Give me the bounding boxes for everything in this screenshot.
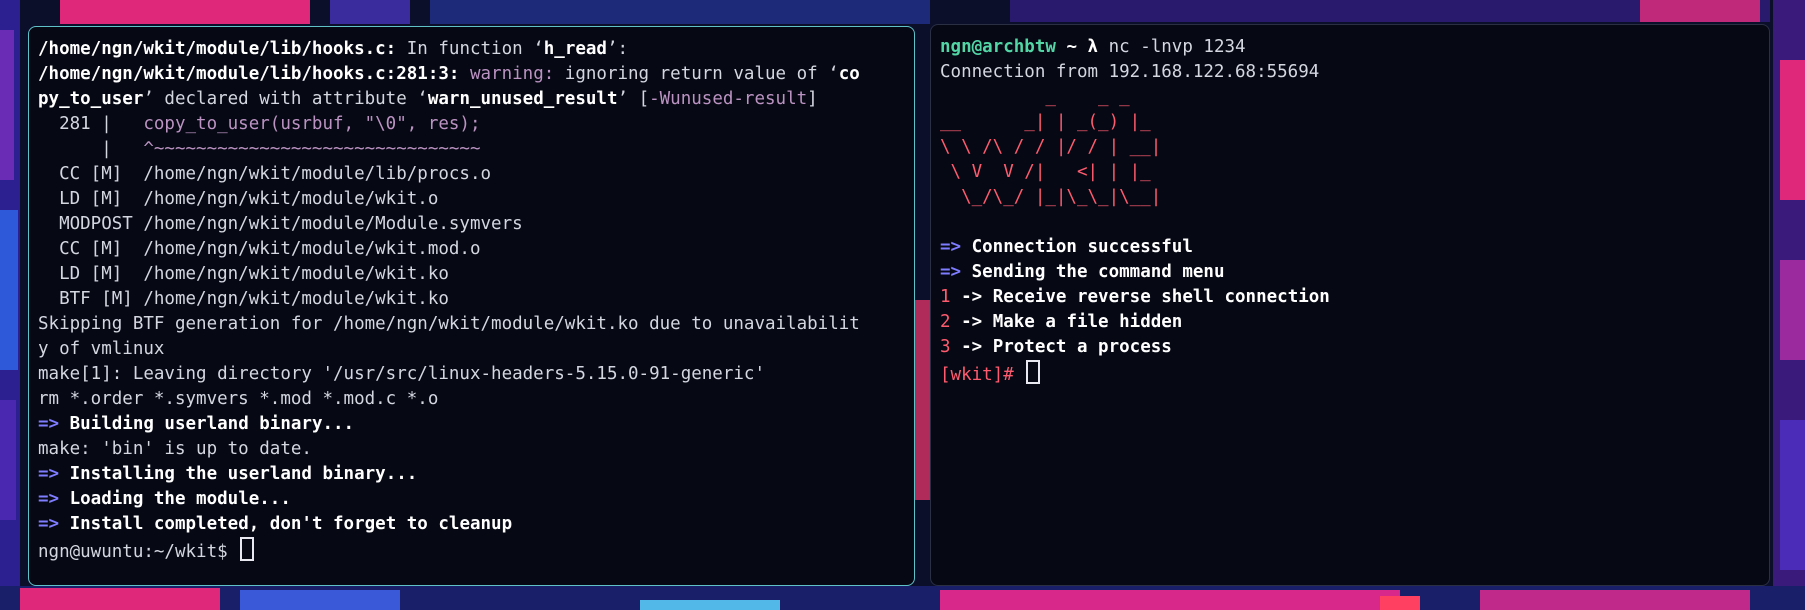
- connection-line: Connection from 192.168.122.68:55694: [940, 62, 1320, 82]
- arrow-marker: =>: [38, 489, 60, 509]
- terminal-output-line: rm *.order *.symvers *.mod *.mod.c *.o: [38, 387, 904, 412]
- ascii-art-line: __ _| | _(_) |_: [940, 112, 1151, 132]
- terminal-output-line: LD [M] /home/ngn/wkit/module/wkit.ko: [38, 262, 904, 287]
- terminal-output-line: /home/ngn/wkit/module/lib/hooks.c: In fu…: [38, 37, 904, 62]
- terminal-output-line: MODPOST /home/ngn/wkit/module/Module.sym…: [38, 212, 904, 237]
- left-terminal-prompt: ngn@uwuntu:~/wkit$: [38, 542, 239, 562]
- wkit-ascii-banner: _ _ _ __ _| | _(_) |_ \ \ /\ / / |/ / | __…: [940, 85, 1759, 235]
- ascii-art-line: \ \ /\ / / |/ / | __|: [940, 137, 1162, 157]
- bold-text: h_read: [543, 39, 607, 59]
- plain-text: LD [M] /home/ngn/wkit/module/wkit.ko: [38, 264, 449, 284]
- bold-text: Loading the module...: [59, 489, 291, 509]
- menu-item-label: -> Make a file hidden: [950, 312, 1183, 332]
- right-terminal-window[interactable]: ngn@archbtw ~ λ nc -lnvp 1234 Connection…: [930, 24, 1770, 586]
- plain-text: CC [M] /home/ngn/wkit/module/wkit.mod.o: [38, 239, 481, 259]
- bold-text: Installing the userland binary...: [59, 464, 418, 484]
- warning-text: warning:: [459, 64, 555, 84]
- plain-text: Skipping BTF generation for /home/ngn/wk…: [38, 314, 860, 334]
- terminal-output-line: make[1]: Leaving directory '/usr/src/lin…: [38, 362, 904, 387]
- terminal-output-line: LD [M] /home/ngn/wkit/module/wkit.o: [38, 187, 904, 212]
- wkit-shell-prompt: [wkit]#: [940, 365, 1025, 385]
- plain-text: rm *.order *.symvers *.mod *.mod.c *.o: [38, 389, 439, 409]
- plain-text: |: [38, 139, 144, 159]
- status-messages: => Connection successful => Sending the c…: [940, 235, 1759, 285]
- command-text: nc -lnvp 1234: [1108, 37, 1246, 57]
- ascii-art-line: _ _ _: [940, 87, 1130, 107]
- menu-item-label: -> Receive reverse shell connection: [950, 287, 1330, 307]
- plain-text: ’:: [606, 39, 629, 59]
- warning-text: copy_to_user(usrbuf, "\0", res);: [143, 114, 481, 134]
- status-line: => Sending the command menu: [940, 260, 1759, 285]
- menu-item-number: 2: [940, 312, 951, 332]
- status-line: => Connection successful: [940, 235, 1759, 260]
- terminal-output-line: py_to_user’ declared with attribute ‘war…: [38, 87, 904, 112]
- ascii-art-line: [940, 210, 1759, 235]
- arrow-marker: =>: [940, 237, 962, 257]
- arrow-marker: =>: [38, 514, 60, 534]
- right-terminal-command-line: ngn@archbtw ~ λ nc -lnvp 1234: [940, 35, 1759, 60]
- terminal-output-line: CC [M] /home/ngn/wkit/module/wkit.mod.o: [38, 237, 904, 262]
- plain-text: In function ‘: [396, 39, 544, 59]
- command-menu: 1 -> Receive reverse shell connection 2 -…: [940, 285, 1759, 360]
- ascii-art-line: \_/\_/ |_|\_\_|\__|: [940, 187, 1162, 207]
- bold-text: Install completed, don't forget to clean…: [59, 514, 513, 534]
- menu-item: 1 -> Receive reverse shell connection: [940, 285, 1759, 310]
- prompt-user-host: ngn@archbtw: [940, 37, 1056, 57]
- terminal-output-line: 281 | copy_to_user(usrbuf, "\0", res);: [38, 112, 904, 137]
- terminal-cursor[interactable]: [240, 537, 255, 561]
- arrow-marker: =>: [940, 262, 962, 282]
- left-terminal-prompt-line[interactable]: ngn@uwuntu:~/wkit$: [38, 537, 904, 562]
- terminal-output-line: => Installing the userland binary...: [38, 462, 904, 487]
- plain-text: y of vmlinux: [38, 339, 165, 359]
- menu-item-number: 1: [940, 287, 951, 307]
- terminal-output-line: y of vmlinux: [38, 337, 904, 362]
- terminal-output-line: make: 'bin' is up to date.: [38, 437, 904, 462]
- terminal-output-line: => Loading the module...: [38, 487, 904, 512]
- plain-text: ignoring return value of ‘: [554, 64, 839, 84]
- bold-text: /home/ngn/wkit/module/lib/hooks.c:281:3:: [38, 64, 460, 84]
- left-terminal-output: /home/ngn/wkit/module/lib/hooks.c: In fu…: [38, 37, 904, 537]
- bold-text: py_to_user: [38, 89, 144, 109]
- terminal-output-line: CC [M] /home/ngn/wkit/module/lib/procs.o: [38, 162, 904, 187]
- terminal-output-line: BTF [M] /home/ngn/wkit/module/wkit.ko: [38, 287, 904, 312]
- menu-item: 3 -> Protect a process: [940, 335, 1759, 360]
- plain-text: LD [M] /home/ngn/wkit/module/wkit.o: [38, 189, 439, 209]
- menu-item-number: 3: [940, 337, 951, 357]
- bold-text: co: [838, 64, 860, 84]
- bold-text: warn_unused_result: [427, 89, 618, 109]
- status-text: Sending the command menu: [961, 262, 1225, 282]
- plain-text: make: 'bin' is up to date.: [38, 439, 312, 459]
- warning-text: ^~~~~~~~~~~~~~~~~~~~~~~~~~~~~~~~: [143, 139, 481, 159]
- wkit-prompt-line[interactable]: [wkit]#: [940, 360, 1759, 385]
- terminal-output-line: => Building userland binary...: [38, 412, 904, 437]
- terminal-cursor[interactable]: [1026, 360, 1041, 384]
- bold-text: /home/ngn/wkit/module/lib/hooks.c:: [38, 39, 397, 59]
- status-text: Connection successful: [961, 237, 1193, 257]
- plain-text: ’ [: [617, 89, 650, 109]
- warning-text: -Wunused-result: [649, 89, 808, 109]
- plain-text: BTF [M] /home/ngn/wkit/module/wkit.ko: [38, 289, 449, 309]
- terminal-output-line: /home/ngn/wkit/module/lib/hooks.c:281:3:…: [38, 62, 904, 87]
- plain-text: MODPOST /home/ngn/wkit/module/Module.sym…: [38, 214, 523, 234]
- terminal-output-line: | ^~~~~~~~~~~~~~~~~~~~~~~~~~~~~~~~: [38, 137, 904, 162]
- arrow-marker: =>: [38, 414, 60, 434]
- terminal-output-line: => Install completed, don't forget to cl…: [38, 512, 904, 537]
- plain-text: make[1]: Leaving directory '/usr/src/lin…: [38, 364, 765, 384]
- arrow-marker: =>: [38, 464, 60, 484]
- menu-item: 2 -> Make a file hidden: [940, 310, 1759, 335]
- terminal-output-line: Skipping BTF generation for /home/ngn/wk…: [38, 312, 904, 337]
- menu-item-label: -> Protect a process: [950, 337, 1172, 357]
- left-terminal-window[interactable]: /home/ngn/wkit/module/lib/hooks.c: In fu…: [28, 26, 915, 586]
- plain-text: ’ declared with attribute ‘: [143, 89, 428, 109]
- plain-text: ]: [807, 89, 818, 109]
- plain-text: 281 |: [38, 114, 144, 134]
- plain-text: CC [M] /home/ngn/wkit/module/lib/procs.o: [38, 164, 492, 184]
- ascii-art-line: \ V V /| <| | |_: [940, 162, 1151, 182]
- bold-text: Building userland binary...: [59, 414, 355, 434]
- prompt-path: ~ λ: [1055, 37, 1109, 57]
